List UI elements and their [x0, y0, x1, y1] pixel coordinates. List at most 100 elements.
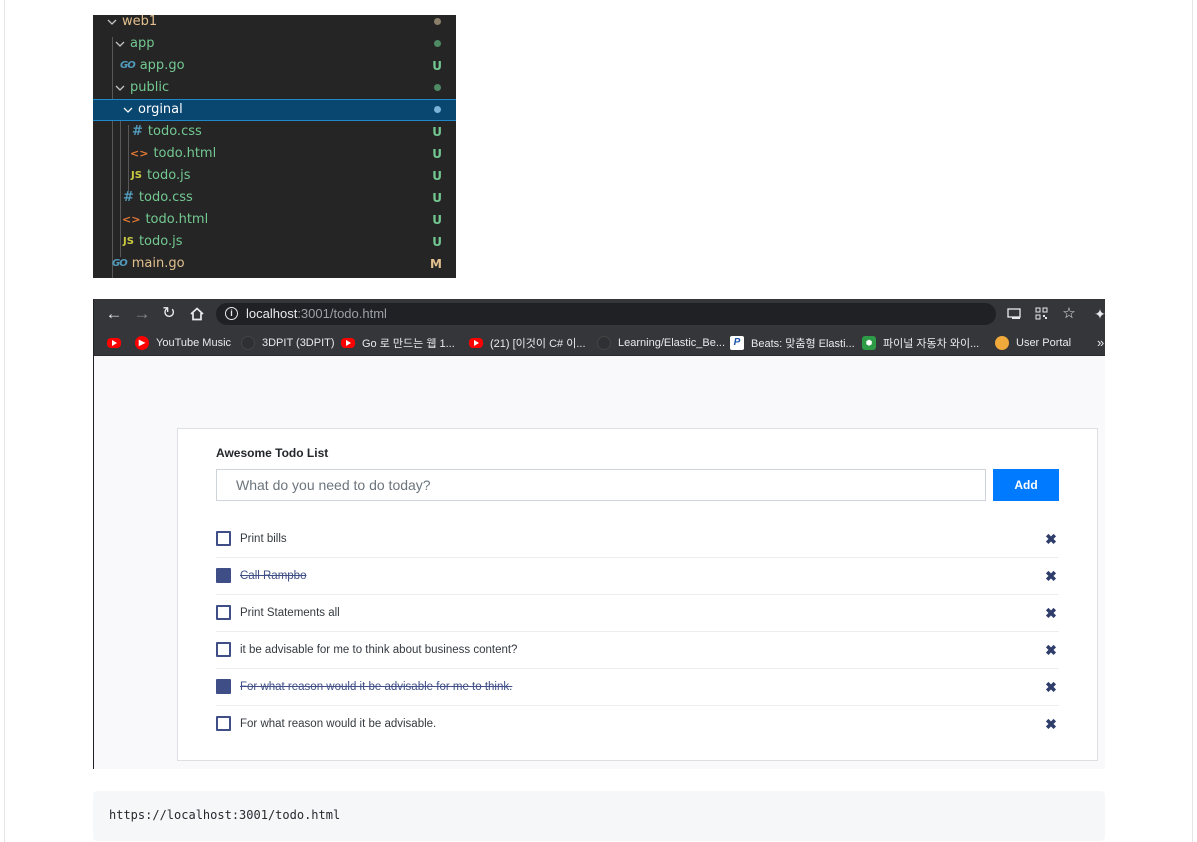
todo-text: For what reason would it be advisable. — [240, 718, 437, 730]
youtube-icon — [469, 337, 483, 348]
bookmark-star-icon[interactable]: ☆ — [1059, 303, 1079, 325]
todo-checkbox[interactable] — [216, 605, 231, 620]
code-block: https://localhost:3001/todo.html — [93, 791, 1105, 841]
delete-x-icon[interactable]: ✖ — [1043, 568, 1059, 584]
git-status: U — [432, 59, 442, 73]
bookmark-label: Beats: 맞춤형 Elasti... — [751, 337, 855, 350]
todo-checkbox[interactable] — [216, 568, 231, 583]
todo-card: Awesome Todo List Add Print bills ✖ Call… — [177, 428, 1098, 761]
tree-label: orginal — [138, 102, 183, 117]
back-arrow-icon[interactable]: ← — [103, 303, 125, 325]
forward-arrow-icon[interactable]: → — [131, 303, 153, 325]
todo-checkbox[interactable] — [216, 531, 231, 546]
bookmark-label: 3DPIT (3DPIT) — [262, 336, 335, 349]
browser-toolbar: ← → ↻ i localhost:3001/todo.html ☆ ✦ — [94, 299, 1105, 329]
tree-file-todo-css[interactable]: # todo.css U — [93, 121, 456, 143]
delete-x-icon[interactable]: ✖ — [1043, 531, 1059, 547]
url-text: localhost:3001/todo.html — [246, 306, 387, 321]
chevron-down-icon — [114, 33, 126, 55]
reload-icon[interactable]: ↻ — [158, 303, 180, 325]
bookmark-item[interactable]: Go 로 만드는 웹 1... — [341, 329, 455, 356]
tree-folder-web1[interactable]: web1 — [93, 15, 456, 33]
delete-x-icon[interactable]: ✖ — [1043, 605, 1059, 621]
untracked-dot-icon — [434, 40, 441, 47]
todo-item: Print bills ✖ — [216, 521, 1059, 558]
todo-item: Print Statements all ✖ — [216, 595, 1059, 632]
bookmark-item[interactable]: ⬢ 파이널 자동차 와이... — [862, 329, 979, 356]
bookmark-item[interactable] — [107, 329, 128, 356]
bookmark-item[interactable]: Learning/Elastic_Be... — [597, 329, 725, 356]
todo-text: it be advisable for me to think about bu… — [240, 644, 518, 656]
todo-text: Print bills — [240, 533, 287, 545]
bookmark-label: Go 로 만드는 웹 1... — [362, 337, 455, 350]
modified-dot-icon — [434, 18, 441, 25]
tree-file-todo-html[interactable]: <> todo.html U — [93, 143, 456, 165]
bookmark-label: User Portal — [1016, 336, 1072, 349]
tree-file-todo-html[interactable]: <> todo.html U — [93, 209, 456, 231]
youtube-music-icon: ▶ — [135, 335, 149, 350]
bookmark-label: Learning/Elastic_Be... — [618, 336, 726, 349]
tree-file-todo-js[interactable]: JS todo.js U — [93, 165, 456, 187]
tree-file-main-go[interactable]: GO main.go M — [93, 253, 456, 275]
tree-file-todo-js[interactable]: JS todo.js U — [93, 231, 456, 253]
youtube-icon — [107, 337, 121, 348]
bookmark-label: (21) [이것이 C# 이... — [490, 337, 586, 350]
github-icon — [241, 335, 255, 350]
todo-item: For what reason would it be advisable fo… — [216, 669, 1059, 706]
hexagon-icon: ⬢ — [862, 335, 876, 350]
todo-checkbox[interactable] — [216, 716, 231, 731]
tree-label: todo.css — [147, 124, 202, 139]
tree-folder-orginal[interactable]: orginal — [93, 99, 456, 121]
github-icon — [597, 335, 611, 350]
git-status: U — [432, 125, 442, 139]
add-button[interactable]: Add — [993, 469, 1059, 501]
go-file-icon: GO — [120, 60, 136, 71]
delete-x-icon[interactable]: ✖ — [1043, 642, 1059, 658]
chevron-down-icon — [106, 15, 118, 33]
todo-list: Print bills ✖ Call Rampbo ✖ Print Statem… — [216, 521, 1059, 743]
todo-input[interactable] — [216, 469, 986, 501]
browser-window: ← → ↻ i localhost:3001/todo.html ☆ ✦ ▶ Yo… — [93, 299, 1105, 769]
bookmark-item[interactable]: 3DPIT (3DPIT) — [241, 329, 335, 356]
extension-puzzle-icon[interactable]: ✦ — [1090, 303, 1105, 325]
tree-folder-public[interactable]: public — [93, 77, 456, 99]
code-url: https://localhost:3001/todo.html — [109, 808, 341, 822]
tree-label: app — [130, 36, 155, 51]
untracked-dot-icon — [434, 106, 441, 113]
qr-code-icon[interactable] — [1031, 303, 1051, 325]
todo-text: For what reason would it be advisable fo… — [240, 681, 513, 693]
delete-x-icon[interactable]: ✖ — [1043, 716, 1059, 732]
todo-checkbox[interactable] — [216, 642, 231, 657]
todo-title: Awesome Todo List — [216, 446, 329, 460]
tree-file-todo-css[interactable]: # todo.css U — [93, 187, 456, 209]
css-file-icon: # — [132, 124, 143, 139]
bookmark-item[interactable]: User Portal — [995, 329, 1071, 356]
tree-file-app-go[interactable]: GO app.go U — [93, 55, 456, 77]
bookmark-item[interactable]: P Beats: 맞춤형 Elasti... — [730, 329, 855, 356]
cast-icon[interactable] — [1004, 303, 1024, 325]
tree-label: todo.js — [146, 168, 191, 183]
chevron-down-icon — [114, 77, 126, 99]
git-status: U — [432, 191, 442, 205]
go-file-icon: GO — [112, 258, 128, 269]
git-status: M — [430, 257, 442, 271]
todo-checkbox[interactable] — [216, 679, 231, 694]
info-icon[interactable]: i — [225, 307, 238, 320]
tree-folder-app[interactable]: app — [93, 33, 456, 55]
home-icon[interactable] — [186, 303, 208, 325]
html-file-icon: <> — [130, 147, 149, 160]
more-bookmarks-chevron-icon[interactable]: » — [1097, 329, 1104, 356]
todo-item: it be advisable for me to think about bu… — [216, 632, 1059, 669]
delete-x-icon[interactable]: ✖ — [1043, 679, 1059, 695]
youtube-icon — [341, 337, 355, 348]
git-status: U — [432, 147, 442, 161]
chevron-down-icon — [122, 99, 134, 121]
tree-label: todo.css — [138, 190, 193, 205]
todo-text: Call Rampbo — [240, 570, 307, 582]
bookmark-item[interactable]: ▶ YouTube Music — [135, 329, 231, 356]
bookmark-item[interactable]: (21) [이것이 C# 이... — [469, 329, 586, 356]
git-status: U — [432, 213, 442, 227]
bookmarks-bar: ▶ YouTube Music 3DPIT (3DPIT) Go 로 만드는 웹 … — [94, 329, 1105, 356]
tree-label: web1 — [122, 15, 158, 29]
address-bar[interactable]: i localhost:3001/todo.html — [216, 303, 996, 325]
